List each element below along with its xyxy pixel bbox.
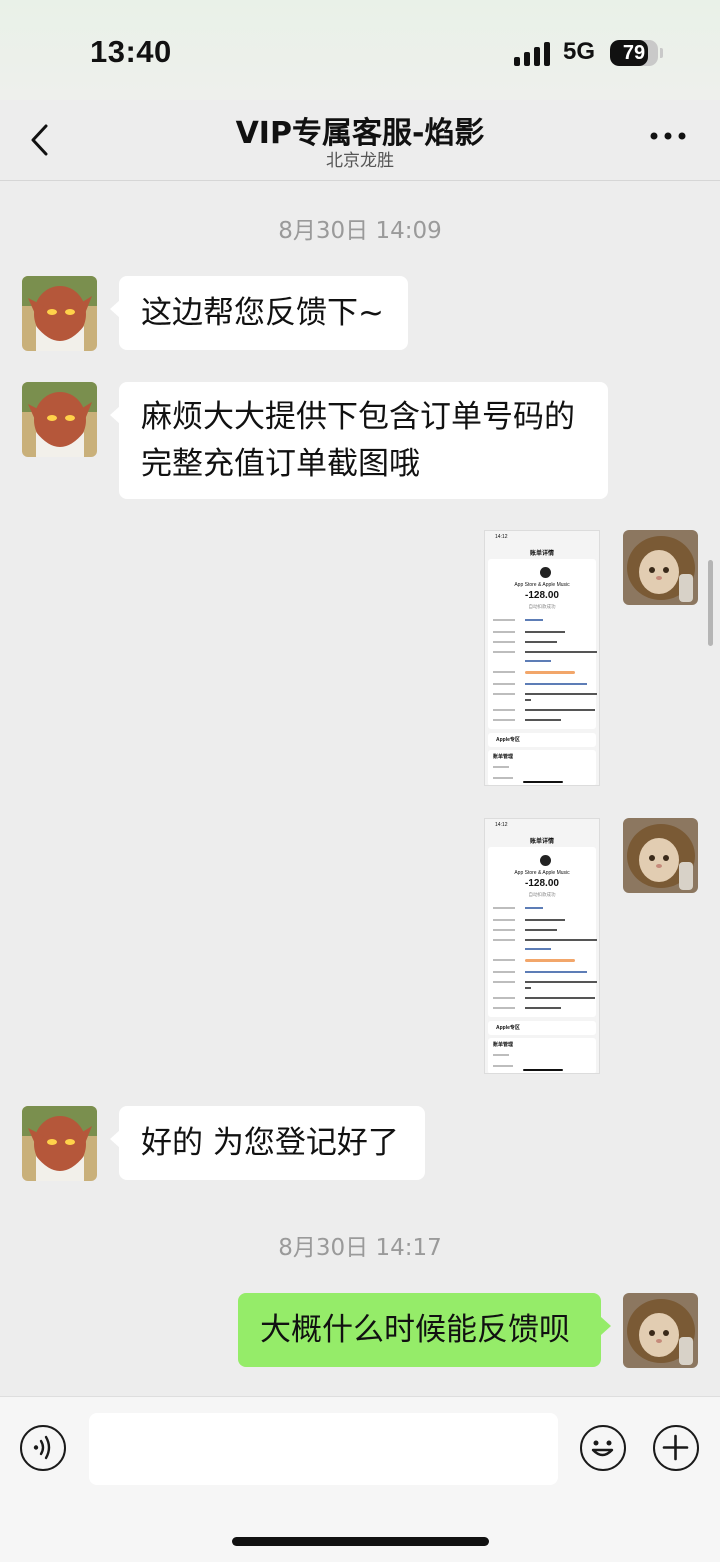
apple-logo-icon — [540, 567, 551, 578]
agent-avatar[interactable] — [22, 276, 97, 351]
more-icon[interactable] — [648, 126, 688, 146]
receipt-status-time: 14:12 — [495, 534, 508, 540]
agent-avatar[interactable] — [22, 1106, 97, 1181]
outgoing-message-bubble[interactable]: 大概什么时候能反馈呗 — [238, 1293, 611, 1367]
receipt-title: 账单详情 — [529, 839, 554, 845]
message-input[interactable] — [89, 1413, 558, 1485]
section-title: Apple专区 — [496, 737, 520, 743]
incoming-message-bubble[interactable]: 麻烦大大提供下包含订单号码的 完整充值订单截图哦 — [110, 382, 608, 499]
message-text-line: 麻烦大大提供下包含订单号码的 — [141, 399, 575, 435]
battery-tip — [660, 48, 663, 58]
home-indicator[interactable] — [232, 1537, 489, 1546]
scroll-indicator[interactable] — [708, 560, 713, 646]
receipt-title: 账单详情 — [529, 551, 554, 557]
message-text-line: 完整充值订单截图哦 — [141, 446, 420, 482]
incoming-message-bubble[interactable]: 这边帮您反馈下~ — [110, 276, 408, 350]
chat-subtitle: 北京龙胜 — [326, 151, 394, 171]
receipt-status: 自动扣款成功 — [528, 892, 556, 897]
receipt-detail-card: App Store & Apple Music -128.00 自动扣款成功 — [488, 847, 597, 1017]
message-text: 大概什么时候能反馈呗 — [260, 1312, 570, 1348]
receipt-merchant: App Store & Apple Music — [514, 582, 570, 588]
user-avatar[interactable] — [623, 1293, 698, 1368]
battery-percentage: 79 — [622, 42, 646, 64]
agent-avatar[interactable] — [22, 382, 97, 457]
user-avatar[interactable] — [623, 530, 698, 605]
image-message[interactable]: 14:12 账单详情 App Store & Apple Music -128.… — [484, 818, 600, 1074]
network-type: 5G — [563, 38, 596, 65]
receipt-amount: -128.00 — [525, 878, 559, 889]
emoji-icon[interactable] — [580, 1425, 626, 1471]
incoming-message-bubble[interactable]: 好的 为您登记好了 — [110, 1106, 425, 1180]
message-text: 好的 为您登记好了 — [141, 1125, 399, 1161]
battery-icon: 79 — [610, 40, 658, 66]
voice-icon[interactable] — [20, 1425, 66, 1471]
status-bar: 13:40 5G 79 — [0, 0, 720, 100]
apple-logo-icon — [540, 855, 551, 866]
status-time: 13:40 — [90, 34, 172, 69]
message-timestamp: 8月30日 14:17 — [278, 1235, 442, 1261]
receipt-home-bar — [523, 1069, 563, 1071]
section-title: 账单管理 — [493, 754, 514, 760]
apple-zone-row: Apple专区 — [488, 733, 596, 747]
receipt-amount: -128.00 — [525, 590, 559, 601]
message-text: 这边帮您反馈下~ — [141, 295, 384, 331]
apple-zone-row: Apple专区 — [488, 1021, 596, 1035]
message-timestamp: 8月30日 14:09 — [278, 218, 442, 244]
user-avatar[interactable] — [623, 818, 698, 893]
receipt-status: 自动扣款成功 — [528, 604, 556, 609]
section-title: Apple专区 — [496, 1025, 520, 1031]
image-message[interactable]: 14:12 账单详情 App Store & Apple Music -128.… — [484, 530, 600, 786]
plus-icon[interactable] — [653, 1425, 699, 1471]
receipt-merchant: App Store & Apple Music — [514, 870, 570, 876]
receipt-status-time: 14:12 — [495, 822, 508, 828]
receipt-home-bar — [523, 781, 563, 783]
cellular-signal-icon — [514, 40, 552, 66]
chat-header: VIP专属客服-焰影 北京龙胜 — [0, 100, 720, 181]
section-title: 账单管理 — [493, 1042, 514, 1048]
receipt-detail-card: App Store & Apple Music -128.00 自动扣款成功 — [488, 559, 597, 729]
